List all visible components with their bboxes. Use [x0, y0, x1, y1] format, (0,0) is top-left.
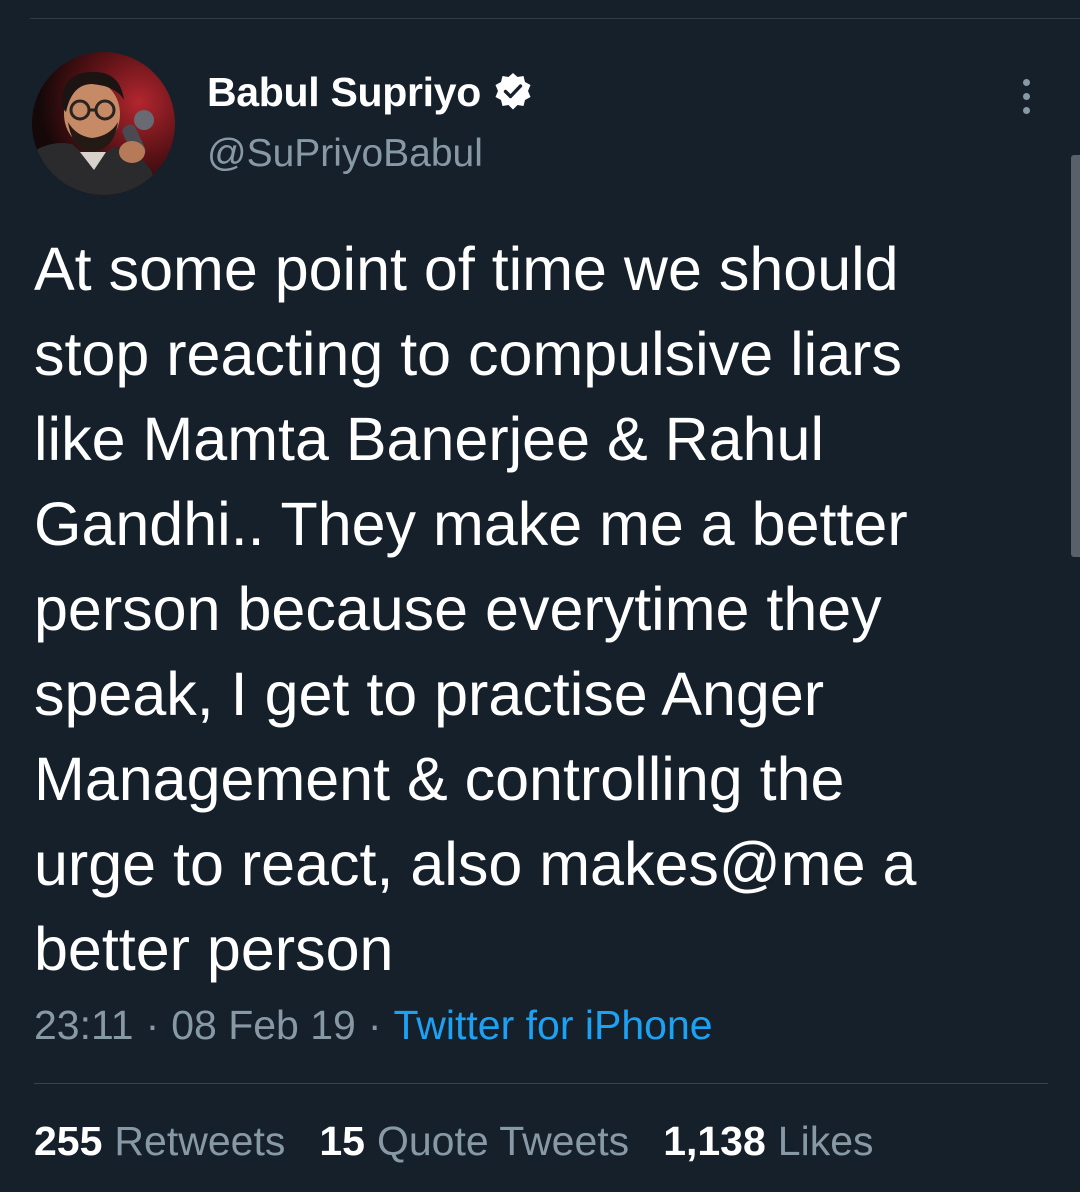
author-name-row[interactable]: Babul Supriyo [207, 66, 533, 118]
author-display-name[interactable]: Babul Supriyo [207, 69, 481, 116]
verified-badge-icon [493, 72, 533, 112]
tweet-source-link[interactable]: Twitter for iPhone [394, 1002, 713, 1048]
more-vertical-icon-dot [1022, 106, 1030, 114]
top-divider [30, 18, 1080, 19]
tweet-time[interactable]: 23:11 [34, 1002, 134, 1048]
author-handle[interactable]: @SuPriyoBabul [207, 132, 483, 176]
quote-tweets-label: Quote Tweets [376, 1118, 630, 1164]
quote-tweets-count: 15 [319, 1118, 365, 1164]
quote-tweets-stat[interactable]: 15 Quote Tweets [319, 1118, 629, 1165]
meta-separator: · [145, 1002, 160, 1048]
avatar-image [32, 52, 175, 195]
more-options-button[interactable] [1004, 72, 1048, 120]
tweet-text: At some point of time we should stop rea… [34, 235, 917, 983]
tweet-stats: 255 Retweets 15 Quote Tweets 1,138 Likes [34, 1118, 874, 1165]
likes-stat[interactable]: 1,138 Likes [663, 1118, 873, 1165]
retweets-stat[interactable]: 255 Retweets [34, 1118, 285, 1165]
retweets-label: Retweets [114, 1118, 286, 1164]
likes-count: 1,138 [663, 1118, 766, 1164]
tweet-meta: 23:11 · 08 Feb 19 · Twitter for iPhone [34, 1002, 713, 1049]
more-vertical-icon-dot [1022, 92, 1030, 100]
likes-label: Likes [777, 1118, 874, 1164]
scrollbar[interactable] [1071, 155, 1080, 557]
stats-divider [34, 1083, 1048, 1084]
more-vertical-icon [1022, 78, 1030, 86]
tweet-date[interactable]: 08 Feb 19 [171, 1002, 356, 1048]
avatar[interactable] [32, 52, 175, 195]
meta-separator: · [367, 1002, 382, 1048]
retweets-count: 255 [34, 1118, 103, 1164]
